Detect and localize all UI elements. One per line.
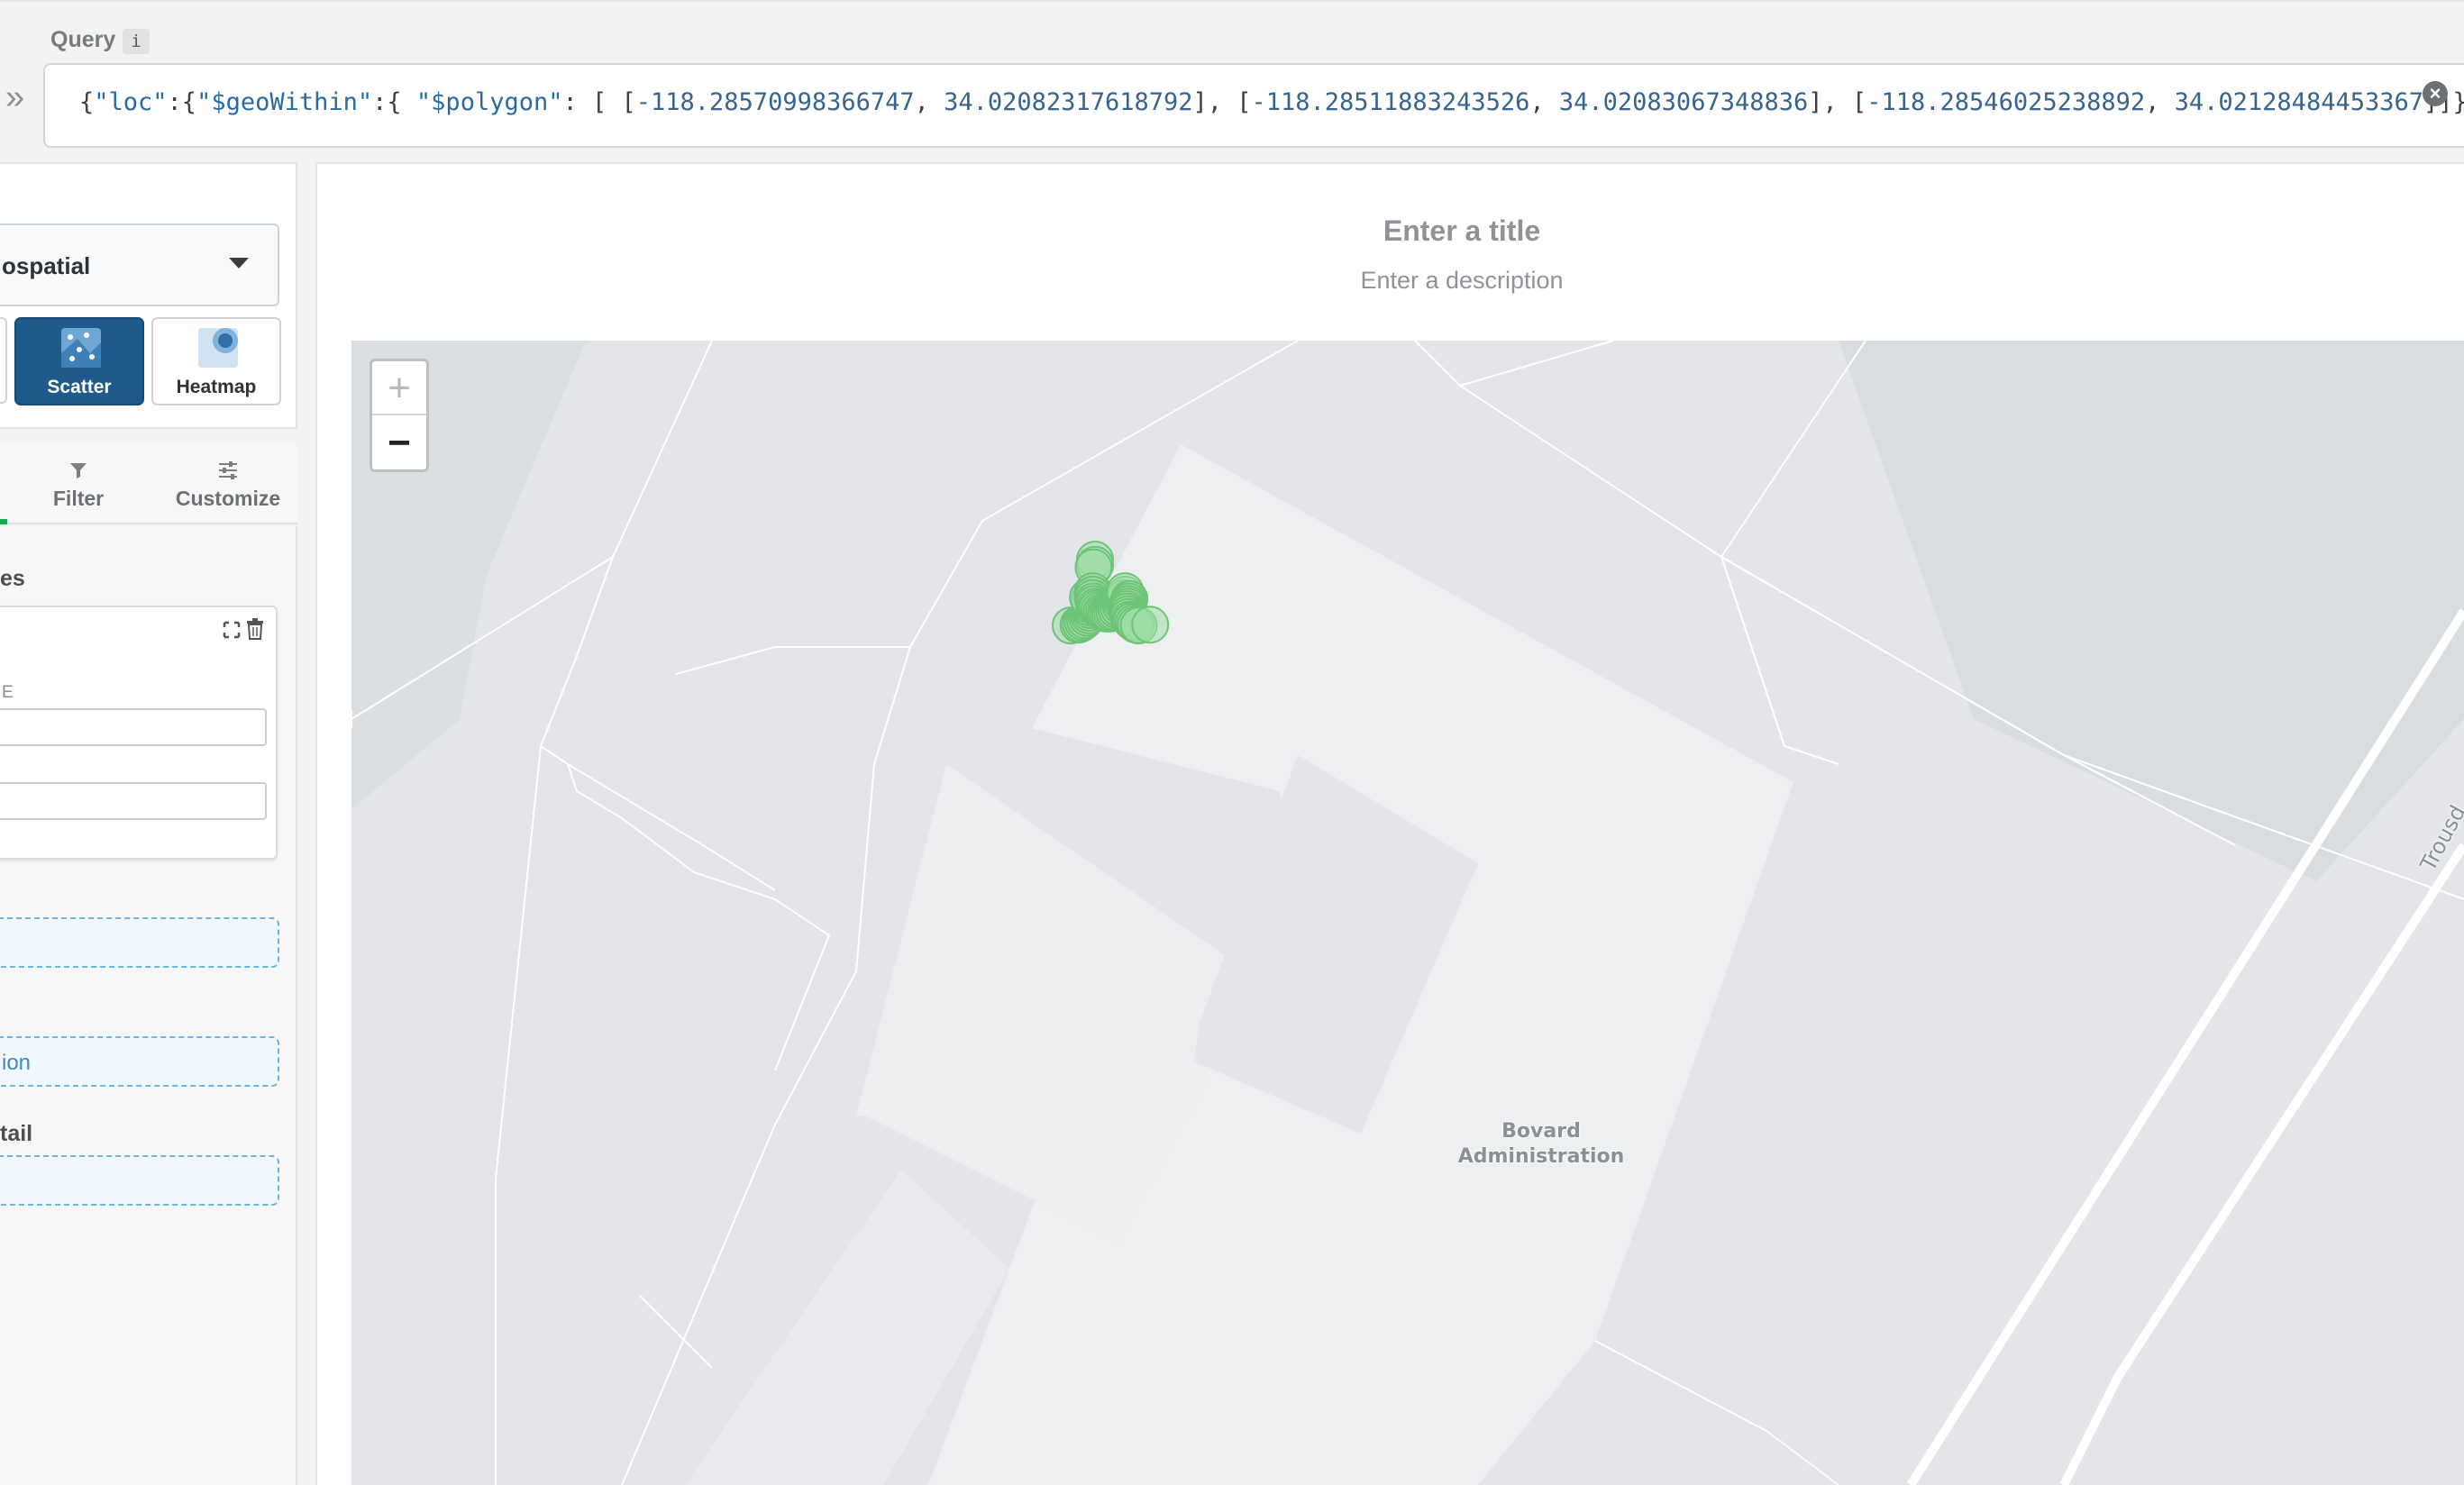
expand-icon[interactable]: [222, 620, 242, 640]
expand-sidebar-icon[interactable]: »: [5, 79, 24, 115]
query-label: Query: [50, 27, 116, 52]
clear-query-icon[interactable]: ×: [2423, 81, 2448, 106]
map-view[interactable]: Bovard Administration Trousd + −: [351, 341, 2464, 1485]
query-input[interactable]: {"loc":{"$geoWithin":{ "$polygon": [ [-1…: [43, 63, 2464, 148]
building-label-line2: Administration: [1457, 1145, 1625, 1168]
query-text[interactable]: {"loc":{"$geoWithin":{ "$polygon": [ [-1…: [79, 83, 2464, 123]
active-tab-indicator: [0, 519, 7, 524]
tab-customize-label: Customize: [175, 487, 281, 510]
drop-zone-color[interactable]: [0, 917, 279, 968]
zoom-out-button[interactable]: −: [372, 417, 426, 471]
encoding-field-card: E: [0, 606, 278, 860]
trash-icon[interactable]: [245, 618, 265, 640]
query-bar: Query i » {"loc":{"$geoWithin":{ "$polyg…: [0, 0, 2464, 148]
building-label: Bovard Administration: [1361, 1119, 1721, 1170]
zoom-in-button[interactable]: +: [372, 361, 426, 415]
field-input-longitude[interactable]: [0, 782, 267, 820]
chart-type-value: ospatial: [2, 252, 91, 279]
chevron-down-icon: [229, 258, 249, 269]
drop-zone-detail[interactable]: [0, 1155, 279, 1206]
filter-icon: [70, 463, 87, 478]
heatmap-icon: [198, 328, 238, 368]
drop-zone-size-text: ion: [2, 1051, 32, 1075]
tab-customize[interactable]: Customize: [169, 460, 287, 511]
scatter-variant-button[interactable]: Scatter: [14, 317, 144, 405]
panel-tabs: Filter Customize: [0, 443, 297, 524]
field-input-latitude[interactable]: [0, 708, 267, 746]
drop-zone-size[interactable]: ion: [0, 1036, 279, 1087]
field-label: E: [2, 683, 14, 702]
tab-filter[interactable]: Filter: [47, 460, 110, 511]
encode-section-heading: es: [0, 566, 25, 591]
chart-type-dropdown[interactable]: ospatial: [0, 223, 279, 306]
chart-description[interactable]: Enter a description: [317, 267, 2464, 295]
chart-variant-button-partial[interactable]: [0, 317, 7, 404]
info-icon[interactable]: i: [123, 29, 150, 54]
heatmap-variant-button[interactable]: Heatmap: [151, 317, 281, 405]
building-label-line1: Bovard: [1501, 1120, 1581, 1143]
scatter-variant-label: Scatter: [47, 377, 112, 397]
tab-filter-label: Filter: [52, 487, 105, 510]
sliders-icon: [219, 461, 237, 479]
scatter-icon: [61, 328, 101, 368]
scatter-layer: [1052, 541, 1170, 645]
chart-title[interactable]: Enter a title: [317, 214, 2464, 248]
zoom-control: + −: [370, 359, 429, 472]
heatmap-variant-label: Heatmap: [176, 377, 257, 397]
chart-type-panel: ospatial Scatter Heatmap: [0, 162, 297, 429]
encode-panel: es E ion tail: [0, 526, 297, 1485]
scatter-point[interactable]: [1131, 606, 1170, 644]
detail-section-heading: tail: [0, 1121, 33, 1146]
